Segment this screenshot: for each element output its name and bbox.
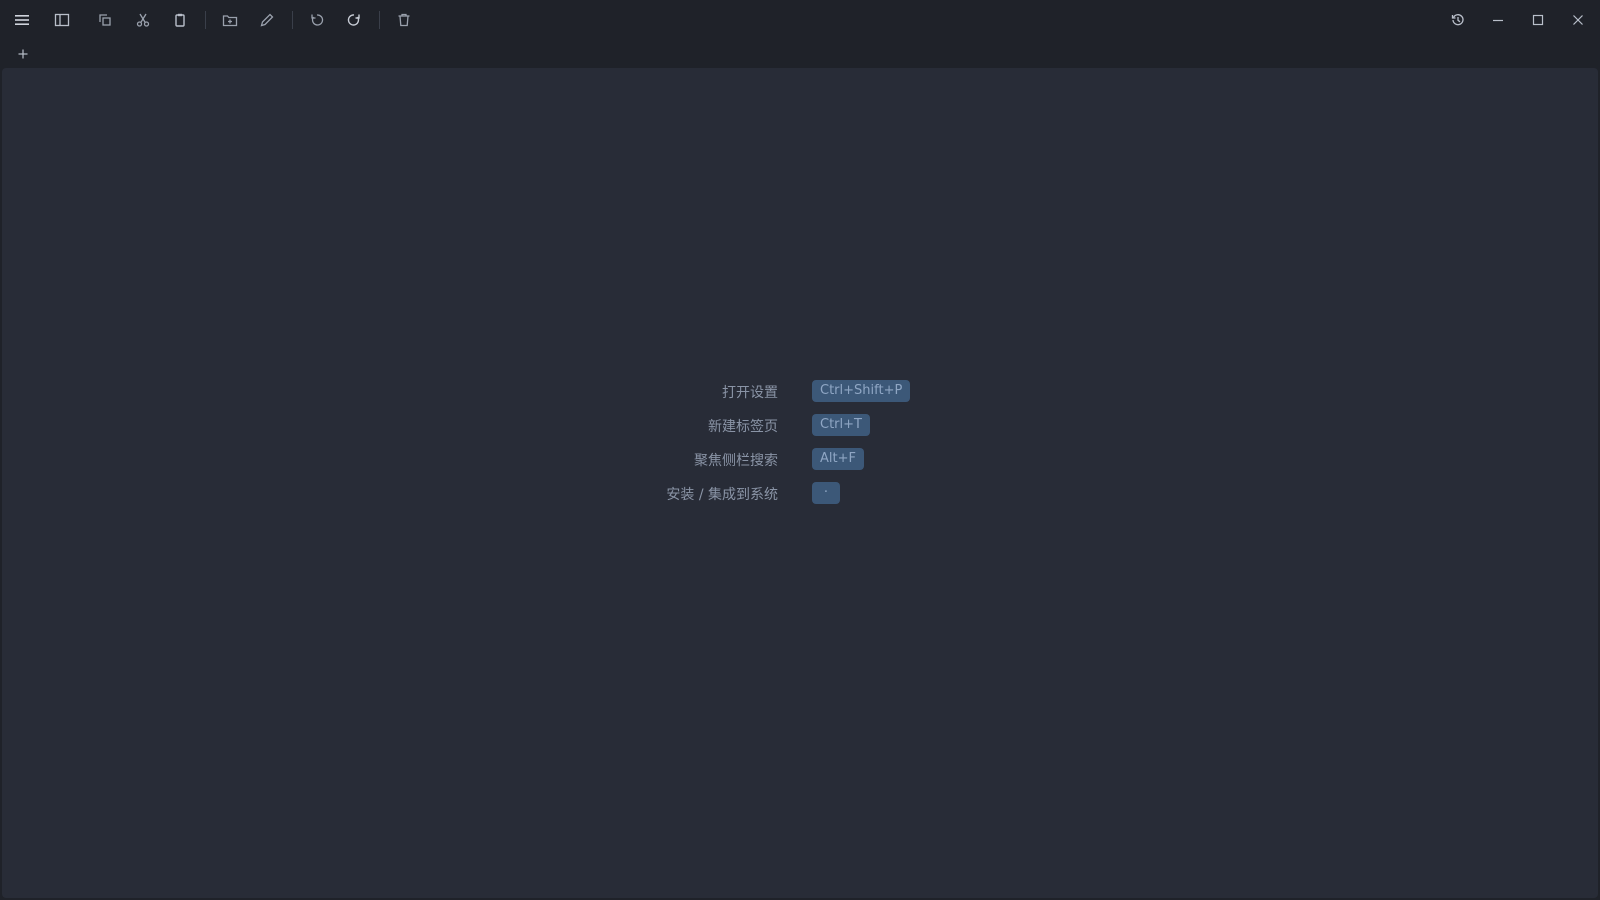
history-icon	[1451, 14, 1464, 26]
shortcut-key: Ctrl+T	[812, 414, 870, 436]
hamburger-icon	[15, 15, 29, 25]
toolbar-separator	[292, 11, 293, 29]
shortcut-row: 安装 / 集成到系统 ·	[2, 482, 1598, 506]
paste-button[interactable]	[166, 6, 194, 34]
app-window: 打开设置 Ctrl+Shift+P 新建标签页 Ctrl+T 聚焦侧栏搜索 Al…	[0, 0, 1600, 900]
copy-button[interactable]	[91, 6, 119, 34]
shortcut-key: ·	[812, 482, 840, 504]
toolbar-separator	[205, 11, 206, 29]
folder-plus-icon	[222, 15, 238, 27]
shortcut-row: 新建标签页 Ctrl+T	[2, 414, 1598, 438]
close-icon	[1573, 15, 1583, 25]
clipboard-icon	[175, 13, 185, 27]
shortcut-list: 打开设置 Ctrl+Shift+P 新建标签页 Ctrl+T 聚焦侧栏搜索 Al…	[2, 68, 1598, 898]
maximize-button[interactable]	[1524, 6, 1552, 34]
minimize-button[interactable]	[1484, 6, 1512, 34]
new-tab-button[interactable]	[12, 43, 34, 65]
shortcut-label: 聚焦侧栏搜索	[694, 453, 778, 469]
plus-icon	[18, 49, 28, 59]
sidebar-toggle-button[interactable]	[48, 6, 76, 34]
toolbar	[0, 0, 1600, 40]
shortcut-key: Ctrl+Shift+P	[812, 380, 911, 402]
main-content: 打开设置 Ctrl+Shift+P 新建标签页 Ctrl+T 聚焦侧栏搜索 Al…	[2, 68, 1598, 898]
trash-icon	[398, 13, 410, 27]
shortcut-label: 新建标签页	[708, 419, 778, 435]
redo-icon	[347, 14, 360, 26]
shortcut-label: 安装 / 集成到系统	[666, 487, 778, 503]
redo-button[interactable]	[340, 6, 368, 34]
history-button[interactable]	[1444, 6, 1472, 34]
copy-icon	[99, 14, 111, 26]
undo-icon	[311, 14, 324, 26]
shortcut-key: Alt+F	[812, 448, 864, 470]
shortcut-label: 打开设置	[722, 385, 778, 401]
shortcut-row: 打开设置 Ctrl+Shift+P	[2, 380, 1598, 404]
toolbar-separator	[379, 11, 380, 29]
cut-button[interactable]	[129, 6, 157, 34]
new-folder-button[interactable]	[216, 6, 244, 34]
maximize-icon	[1532, 14, 1544, 26]
close-button[interactable]	[1564, 6, 1592, 34]
undo-button[interactable]	[303, 6, 331, 34]
minimize-icon	[1493, 19, 1503, 22]
rename-button[interactable]	[253, 6, 281, 34]
pencil-icon	[260, 13, 274, 27]
tab-strip	[0, 40, 1600, 68]
scissors-icon	[136, 13, 150, 27]
delete-button[interactable]	[390, 6, 418, 34]
menu-button[interactable]	[8, 6, 36, 34]
shortcut-row: 聚焦侧栏搜索 Alt+F	[2, 448, 1598, 472]
sidebar-icon	[54, 13, 70, 27]
